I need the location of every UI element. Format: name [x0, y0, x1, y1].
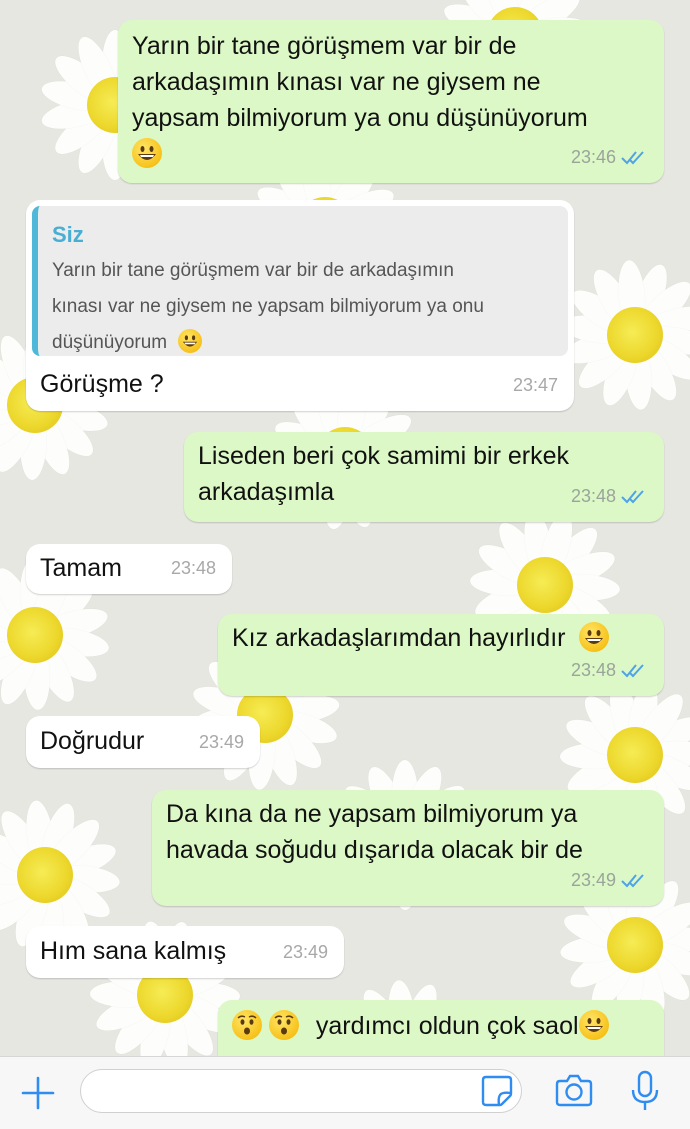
message-time: 23:48	[570, 660, 616, 680]
camera-icon[interactable]	[555, 1072, 593, 1108]
message-meta: 23:48	[171, 550, 216, 586]
message-time: 23:46	[570, 147, 616, 167]
message-meta: 23:49	[199, 724, 244, 760]
message-meta: 23:48	[571, 652, 648, 688]
quoted-text: Yarın bir tane görüşmem var bir de arkad…	[52, 260, 484, 353]
message-input[interactable]	[80, 1069, 522, 1113]
message-time: 23:48	[570, 486, 616, 506]
message-bubble-outgoing[interactable]: Da kına da ne yapsam bilmiyorum ya havad…	[152, 790, 664, 906]
message-time: 23:48	[170, 558, 216, 578]
message-time: 23:49	[570, 870, 616, 890]
quoted-message[interactable]: Siz Yarın bir tane görüşmem var bir de a…	[32, 206, 568, 356]
read-receipt-icon	[621, 490, 644, 504]
message-list[interactable]: Yarın bir tane görüşmem var bir de arkad…	[0, 0, 690, 1056]
message-meta: 23:49	[283, 934, 328, 970]
message-bubble-outgoing[interactable]: Liseden beri çok samimi bir erkek arkada…	[184, 432, 664, 522]
message-time: 23:49	[198, 732, 244, 752]
message-time: 23:47	[512, 375, 558, 395]
message-meta: 23:46	[571, 139, 648, 175]
message-bubble-incoming[interactable]: Tamam 23:48	[26, 544, 232, 594]
read-receipt-icon	[621, 664, 644, 678]
grinning-face-emoji-icon	[178, 329, 203, 353]
message-text: Yarın bir tane görüşmem var bir de arkad…	[132, 32, 588, 132]
quoted-sender: Siz	[52, 222, 84, 247]
message-meta: 23:47	[513, 367, 558, 403]
message-bubble-outgoing[interactable]: Kız arkadaşlarımdan hayırlıdır 23:48	[218, 614, 664, 696]
grinning-face-emoji-icon	[578, 1010, 609, 1040]
message-text: yardımcı oldun çok saol	[315, 1012, 579, 1040]
message-bubble-incoming[interactable]: Doğrudur 23:49	[26, 716, 260, 768]
hushed-face-emoji-icon	[232, 1010, 262, 1040]
message-text: Görüşme ?	[40, 370, 164, 398]
message-bubble-outgoing[interactable]: yardımcı oldun çok saol	[218, 1000, 664, 1056]
message-meta: 23:49	[571, 862, 648, 898]
read-receipt-icon	[621, 874, 644, 888]
message-text: Da kına da ne yapsam bilmiyorum ya havad…	[166, 800, 583, 864]
grinning-face-emoji-icon	[132, 138, 162, 168]
message-bubble-outgoing[interactable]: Yarın bir tane görüşmem var bir de arkad…	[118, 20, 664, 183]
message-time: 23:49	[282, 942, 328, 962]
message-text: Kız arkadaşlarımdan hayırlıdır	[232, 624, 566, 652]
message-bubble-incoming[interactable]: Siz Yarın bir tane görüşmem var bir de a…	[26, 200, 574, 411]
grinning-face-emoji-icon	[579, 622, 610, 652]
plus-icon[interactable]	[20, 1075, 56, 1111]
hushed-face-emoji-icon	[268, 1010, 299, 1040]
message-meta: 23:48	[571, 478, 648, 514]
message-bubble-incoming[interactable]: Hım sana kalmış 23:49	[26, 926, 344, 978]
sticker-icon[interactable]	[480, 1074, 514, 1108]
microphone-icon[interactable]	[630, 1070, 660, 1112]
read-receipt-icon	[621, 151, 644, 165]
